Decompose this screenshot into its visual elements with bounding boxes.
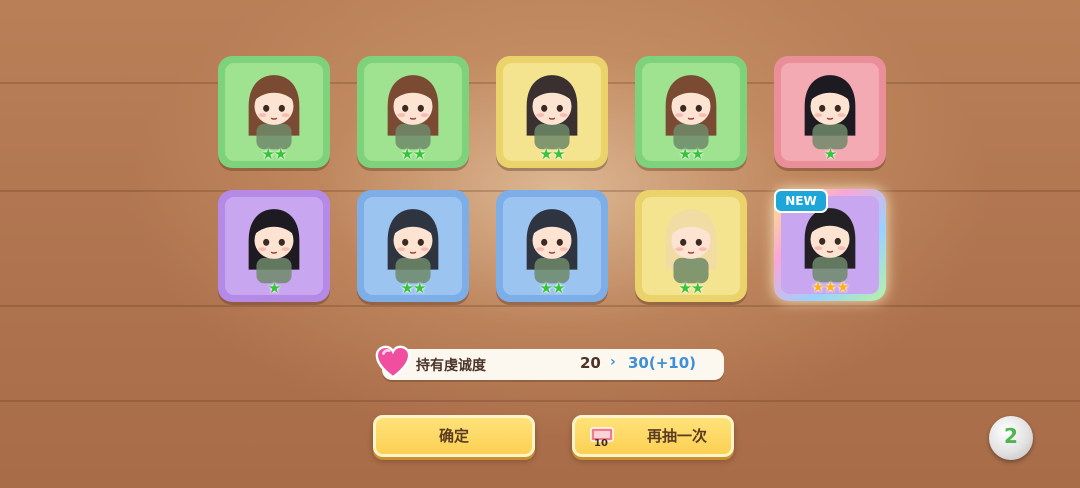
star-rating: ★★ <box>635 146 747 162</box>
character-portrait-icon <box>804 75 856 150</box>
character-portrait-icon <box>665 209 717 284</box>
character-portrait-icon <box>387 75 439 150</box>
character-card[interactable]: ★★ <box>357 190 469 302</box>
confirm-button[interactable]: 确定 <box>373 415 535 457</box>
star-rating: ★★ <box>357 280 469 296</box>
star-rating: ★ <box>218 280 330 296</box>
star-icon: ★ <box>413 145 426 163</box>
star-rating: ★★★ <box>774 279 886 295</box>
loyalty-current-value: 20 <box>580 354 601 372</box>
character-portrait-icon <box>526 209 578 284</box>
star-icon: ★ <box>539 279 553 297</box>
character-portrait-icon <box>526 75 578 150</box>
loyalty-bar: 持有虔诚度 20 › 30(+10) <box>375 345 724 380</box>
wood-plank-line <box>0 400 1080 402</box>
star-rating: ★★ <box>635 280 747 296</box>
star-rating: ★ <box>774 146 886 162</box>
character-card[interactable]: ★★ <box>218 56 330 168</box>
character-card[interactable]: ★ <box>218 190 330 302</box>
star-icon: ★ <box>691 145 704 163</box>
speed-toggle-icon: 2 <box>1004 424 1018 448</box>
star-icon: ★ <box>823 145 837 163</box>
draw-again-button[interactable]: 10 再抽一次 <box>572 415 734 457</box>
star-icon: ★ <box>539 145 553 163</box>
character-card[interactable]: ★★ <box>496 190 608 302</box>
star-icon: ★ <box>823 278 837 296</box>
heart-gem-icon <box>375 345 411 379</box>
star-icon: ★ <box>400 145 414 163</box>
confirm-button-label: 确定 <box>438 427 469 445</box>
character-portrait-icon <box>387 209 439 284</box>
star-icon: ★ <box>274 145 287 163</box>
draw-results-grid: ★★ ★★ ★★ ★★ ★ ★ ★★ ★★ ★★ ★★★ <box>218 56 898 311</box>
ticket-count: 10 <box>594 438 608 449</box>
star-icon: ★ <box>261 145 275 163</box>
character-card[interactable]: ★ <box>774 56 886 168</box>
draw-again-label: 再抽一次 <box>646 427 707 445</box>
character-card[interactable]: ★★ <box>635 190 747 302</box>
star-icon: ★ <box>413 279 426 297</box>
loyalty-next-value: 30(+10) <box>628 354 697 372</box>
character-portrait-icon <box>248 75 300 150</box>
character-card[interactable]: ★★ <box>635 56 747 168</box>
star-icon: ★ <box>552 145 565 163</box>
star-icon: ★ <box>678 279 692 297</box>
star-icon: ★ <box>691 279 704 297</box>
star-rating: ★★ <box>357 146 469 162</box>
character-portrait-icon <box>665 75 717 150</box>
new-badge: NEW <box>774 189 828 213</box>
star-icon: ★ <box>678 145 692 163</box>
star-rating: ★★ <box>496 280 608 296</box>
star-rating: ★★ <box>496 146 608 162</box>
star-icon: ★ <box>400 279 414 297</box>
star-icon: ★ <box>836 278 849 296</box>
star-icon: ★ <box>811 278 824 296</box>
star-icon: ★ <box>552 279 565 297</box>
loyalty-arrow: › <box>610 354 616 370</box>
character-portrait-icon <box>248 209 300 284</box>
star-rating: ★★ <box>218 146 330 162</box>
star-icon: ★ <box>267 279 281 297</box>
speed-toggle-button[interactable]: 2 <box>989 416 1033 460</box>
character-card[interactable]: ★★ <box>357 56 469 168</box>
character-card[interactable]: ★★ <box>496 56 608 168</box>
character-portrait-icon <box>804 208 856 283</box>
loyalty-label: 持有虔诚度 <box>416 358 486 374</box>
